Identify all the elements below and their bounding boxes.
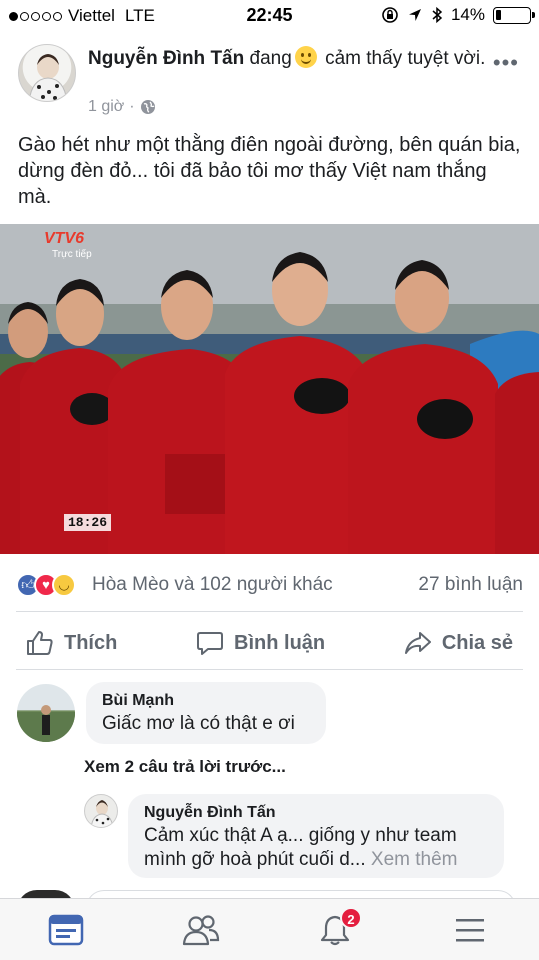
news-feed-icon: [48, 914, 84, 946]
reactions-bar[interactable]: 👍︎ ♥ ◡ Hòa Mèo và 102 người khác 27 bình…: [16, 571, 523, 599]
comment-icon: [197, 632, 224, 655]
divider-bottom: [16, 669, 523, 670]
player-5: [348, 260, 498, 554]
player-4: [225, 252, 368, 554]
tab-menu[interactable]: [452, 913, 492, 947]
comment-text: Giấc mơ là có thật e ơi: [102, 713, 295, 734]
meta-separator: ·: [129, 98, 135, 115]
location-icon: [408, 9, 421, 21]
smiley-icon: [294, 46, 317, 68]
post-text: Gào hét như một thằng điên ngoài đường, …: [18, 134, 521, 208]
feeling-prefix: đang: [249, 48, 292, 69]
like-label: Thích: [64, 631, 118, 654]
post-header: Nguyễn Đình Tấn đang cảm thấy tuyệt vời.…: [18, 44, 523, 116]
post-photo[interactable]: VTV6 Trực tiếp: [0, 224, 539, 554]
notification-badge: 2: [340, 907, 362, 929]
tab-friends[interactable]: [182, 913, 222, 947]
view-previous-replies[interactable]: Xem 2 câu trả lời trước...: [84, 757, 286, 777]
reply-text-line2-text: mình gỡ hoà phút cuối d...: [144, 849, 366, 870]
tab-news-feed[interactable]: [48, 913, 88, 947]
globe-icon: [140, 100, 155, 114]
players-illustration: [0, 252, 539, 554]
reaction-names[interactable]: Hòa Mèo và 102 người khác: [92, 574, 333, 596]
thumbs-up-icon: [27, 631, 53, 655]
post-meta: 1 giờ ·: [88, 98, 156, 116]
share-icon: [404, 632, 431, 654]
reply-avatar[interactable]: [84, 794, 118, 828]
lock-rotation-icon: [382, 7, 398, 23]
bottom-tab-bar: 2: [0, 898, 539, 960]
author-line: Nguyễn Đình Tấn đang cảm thấy tuyệt vời.: [88, 46, 488, 72]
commenter-photo: [17, 705, 75, 742]
more-options-icon[interactable]: •••: [493, 50, 519, 76]
status-right: 14%: [381, 5, 535, 25]
reply-name[interactable]: Nguyễn Đình Tấn: [144, 802, 488, 824]
like-button[interactable]: Thích: [16, 630, 127, 656]
author-avatar[interactable]: [18, 44, 76, 102]
reply-bubble[interactable]: Nguyễn Đình Tấn Cảm xúc thật A ạ... giốn…: [128, 794, 504, 878]
reply-avatar-image: [90, 800, 114, 827]
share-button[interactable]: Chia sẻ: [394, 630, 523, 656]
menu-icon: [456, 919, 484, 942]
post-actions: Thích Bình luận Chia sẻ: [16, 620, 523, 666]
comment-button[interactable]: Bình luận: [186, 630, 335, 656]
battery-icon: [493, 6, 535, 24]
commenter-name[interactable]: Bùi Mạnh: [102, 690, 310, 712]
match-clock: 18:26: [64, 514, 112, 531]
status-bar: Viettel LTE 22:45 14%: [0, 0, 539, 30]
comment-label: Bình luận: [234, 631, 326, 654]
reaction-icons: 👍︎ ♥ ◡: [16, 573, 88, 597]
haha-reaction-icon: ◡: [52, 573, 76, 597]
battery-percent: 14%: [450, 5, 485, 24]
feeling-text: cảm thấy tuyệt vời.: [325, 48, 486, 69]
channel-sub: Trực tiếp: [52, 249, 92, 260]
tab-notifications[interactable]: 2: [318, 907, 362, 947]
channel-logo: VTV6: [44, 230, 85, 247]
post-time[interactable]: 1 giờ: [88, 98, 124, 116]
see-more-link[interactable]: Xem thêm: [371, 849, 458, 870]
comment-bubble[interactable]: Bùi Mạnh Giấc mơ là có thật e ơi: [86, 682, 326, 744]
avatar-image: [28, 54, 68, 101]
friends-icon: [182, 915, 220, 946]
comment-count[interactable]: 27 bình luận: [418, 574, 523, 596]
player-6: [495, 372, 539, 554]
author-name[interactable]: Nguyễn Đình Tấn: [88, 48, 244, 69]
reply-text-line2: mình gỡ hoà phút cuối d... Xem thêm: [144, 848, 488, 872]
reply-text-line1: Cảm xúc thật A ạ... giống y như team: [144, 825, 457, 846]
commenter-avatar[interactable]: [17, 684, 75, 742]
divider-top: [16, 611, 523, 612]
bluetooth-icon: [432, 6, 443, 24]
share-label: Chia sẻ: [441, 631, 513, 654]
